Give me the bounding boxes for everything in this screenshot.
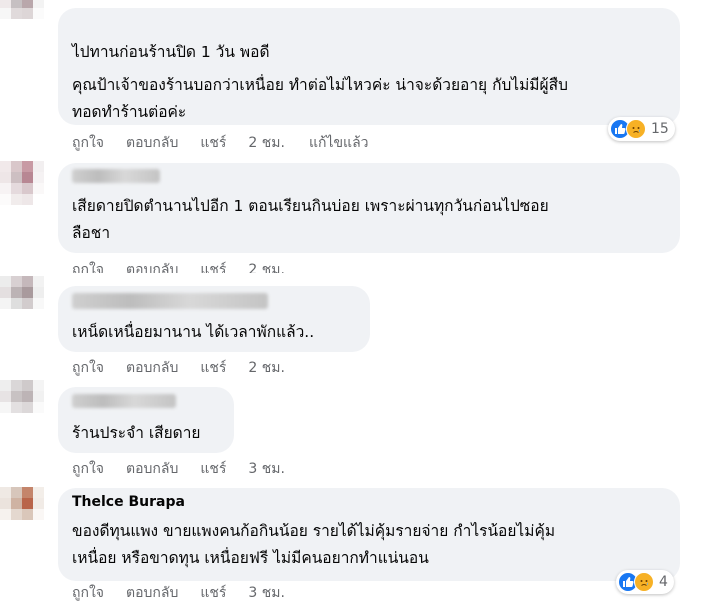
comment-text-line: ลือชา — [72, 224, 111, 242]
author-name-redacted — [72, 293, 268, 309]
timestamp[interactable]: 3 ชม. — [248, 582, 285, 604]
reply-button[interactable]: ตอบกลับ — [126, 458, 178, 480]
comment-actions: ถูกใจ ตอบกลับ แชร์ 2 ชม. แก้ไขแล้ว — [72, 133, 391, 153]
comment-text-line: ของดีทุนแพง ขายแพงคนก้อกินน้อย รายได้ไม่… — [72, 522, 556, 540]
comment-text-line: ทอดทำร้านต่อค่ะ — [72, 103, 187, 121]
like-button[interactable]: ถูกใจ — [72, 458, 104, 480]
like-button[interactable]: ถูกใจ — [72, 132, 104, 154]
comment-text-line: เสียดายปิดตำนานไปอีก 1 ตอนเรียนกินบ่อย เ… — [72, 197, 549, 215]
author-name-redacted — [72, 169, 160, 183]
avatar[interactable] — [0, 276, 44, 320]
comment-bubble: เหน็ดเหนื่อยมานาน ได้เวลาพักแล้ว.. — [58, 286, 370, 352]
comment-actions: ถูกใจ ตอบกลับ แชร์ 2 ชม. — [72, 358, 309, 378]
reaction-summary[interactable]: 4 — [616, 570, 674, 594]
timestamp[interactable]: 2 ชม. — [248, 259, 285, 273]
comment-actions: ถูกใจ ตอบกลับ แชร์ 3 ชม. — [72, 459, 309, 479]
like-button[interactable]: ถูกใจ — [72, 357, 104, 379]
share-button[interactable]: แชร์ — [200, 458, 226, 480]
share-button[interactable]: แชร์ — [200, 259, 226, 273]
reply-button[interactable]: ตอบกลับ — [126, 132, 178, 154]
timestamp[interactable]: 2 ชม. — [248, 357, 285, 379]
reply-button[interactable]: ตอบกลับ — [126, 357, 178, 379]
reply-button[interactable]: ตอบกลับ — [126, 582, 178, 604]
share-button[interactable]: แชร์ — [200, 582, 226, 604]
share-button[interactable]: แชร์ — [200, 132, 226, 154]
avatar[interactable] — [0, 161, 44, 205]
avatar[interactable] — [0, 487, 44, 531]
comment-bubble: Thelce Burapa ของดีทุนแพง ขายแพงคนก้อกิน… — [58, 488, 680, 581]
like-button[interactable]: ถูกใจ — [72, 259, 104, 273]
reaction-count: 4 — [659, 574, 668, 590]
comment-text-line: ไปทานก่อนร้านปิด 1 วัน พอดี — [72, 43, 270, 61]
comment-text-line: เหน็ดเหนื่อยมานาน ได้เวลาพักแล้ว.. — [72, 323, 315, 341]
sad-icon — [626, 119, 646, 139]
like-button[interactable]: ถูกใจ — [72, 582, 104, 604]
comment-bubble: ร้านประจำ เสียดาย — [58, 387, 234, 453]
timestamp[interactable]: 3 ชม. — [248, 458, 285, 480]
reaction-summary[interactable]: 15 — [608, 117, 675, 141]
timestamp[interactable]: 2 ชม. — [248, 132, 285, 154]
reply-button[interactable]: ตอบกลับ — [126, 259, 178, 273]
avatar[interactable] — [0, 0, 44, 30]
reaction-count: 15 — [651, 121, 669, 137]
avatar[interactable] — [0, 380, 44, 424]
sad-icon — [634, 572, 654, 592]
comment-text-line: เหนื่อย หรือขาดทุน เหนื่อยฟรี ไม่มีคนอยา… — [72, 549, 429, 567]
author-name[interactable]: Thelce Burapa — [72, 494, 185, 510]
comment-bubble: ไปทานก่อนร้านปิด 1 วัน พอดี คุณป้าเจ้าขอ… — [58, 8, 680, 125]
share-button[interactable]: แชร์ — [200, 357, 226, 379]
comment-text-line: คุณป้าเจ้าของร้านบอกว่าเหนื่อย ทำต่อไม่ไ… — [72, 76, 568, 94]
comment-text-line: ร้านประจำ เสียดาย — [72, 424, 201, 442]
edited-label[interactable]: แก้ไขแล้ว — [309, 132, 369, 154]
comment-actions: ถูกใจ ตอบกลับ แชร์ 2 ชม. — [72, 259, 309, 273]
comment-actions: ถูกใจ ตอบกลับ แชร์ 3 ชม. — [72, 583, 309, 603]
comment-bubble: เสียดายปิดตำนานไปอีก 1 ตอนเรียนกินบ่อย เ… — [58, 163, 680, 253]
author-name-redacted — [72, 394, 176, 408]
